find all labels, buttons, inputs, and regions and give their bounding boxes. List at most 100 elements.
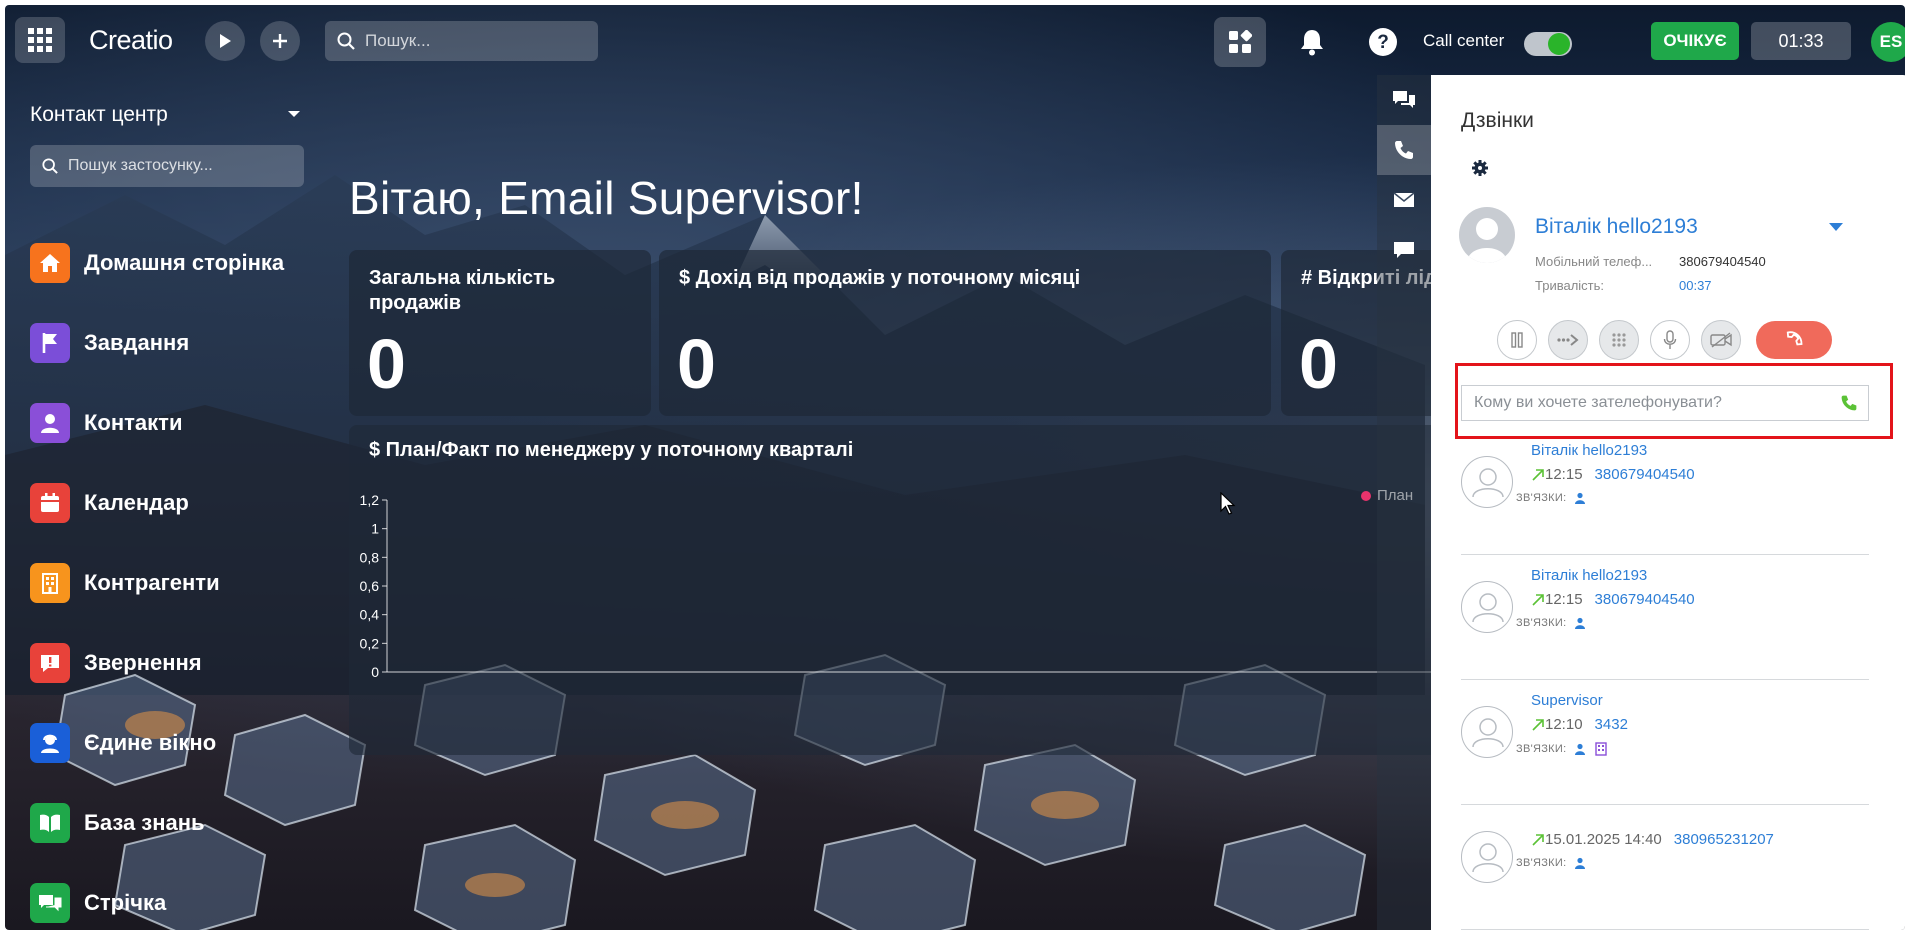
app-search-input[interactable]: [68, 157, 288, 175]
chat-tab[interactable]: [1377, 75, 1431, 125]
current-call-contact-name[interactable]: Віталік hello2193: [1535, 215, 1698, 239]
transfer-button[interactable]: [1548, 320, 1588, 360]
app-search[interactable]: [30, 145, 304, 187]
sidebar-item-knowledge-base[interactable]: База знань: [30, 783, 284, 863]
outgoing-call-icon: [1532, 593, 1544, 606]
top-bar: Creatio ? Call center ОЧІКУЄ 01:33 ES: [5, 5, 1905, 71]
dialpad-button[interactable]: [1599, 320, 1639, 360]
contact-link-icon[interactable]: [1574, 617, 1586, 629]
current-call-duration-row: Тривалість: 00:37: [1535, 278, 1712, 293]
create-button[interactable]: [260, 21, 300, 61]
calls-panel-title: Дзвінки: [1461, 109, 1534, 132]
phone-icon: [1395, 141, 1413, 159]
creatio-logo[interactable]: Creatio: [89, 25, 173, 55]
sidebar-item-tasks[interactable]: Завдання: [30, 303, 284, 383]
agent-icon: [30, 723, 70, 763]
current-call-phone-row: Мобільний телеф... 380679404540: [1535, 254, 1766, 269]
call-history-item[interactable]: Supervisor 12:10 3432 ЗВ'ЯЗКИ:: [1461, 680, 1869, 805]
history-contact-name[interactable]: Supervisor: [1531, 692, 1603, 709]
history-links: ЗВ'ЯЗКИ:: [1516, 492, 1586, 504]
y-tick-label: 0,4: [360, 607, 380, 623]
avatar: [1461, 456, 1513, 508]
call-controls: [1497, 320, 1832, 360]
history-links: ЗВ'ЯЗКИ:: [1516, 617, 1586, 629]
bell-icon: [1301, 30, 1323, 56]
history-contact-name[interactable]: Віталік hello2193: [1531, 442, 1647, 459]
video-button[interactable]: [1701, 320, 1741, 360]
pause-icon: [1511, 332, 1523, 348]
kpi-monthly-revenue[interactable]: $ Дохід від продажів у поточному місяці …: [659, 250, 1271, 416]
help-button[interactable]: ?: [1361, 20, 1405, 64]
duration-value: 00:37: [1679, 278, 1712, 293]
links-label: ЗВ'ЯЗКИ:: [1516, 857, 1567, 869]
feed-icon: [30, 883, 70, 923]
transfer-icon: [1557, 334, 1579, 346]
kpi-total-sales[interactable]: Загальна кількість продажів 0: [349, 250, 651, 416]
workspace-title[interactable]: Контакт центр: [30, 103, 168, 127]
mute-button[interactable]: [1650, 320, 1690, 360]
sidebar-item-feed[interactable]: Стрічка: [30, 863, 284, 930]
call-history-item[interactable]: Віталік hello2193 12:15 380679404540 ЗВ'…: [1461, 555, 1869, 680]
kpi-title: Загальна кількість продажів: [369, 267, 556, 314]
run-process-button[interactable]: [205, 21, 245, 61]
book-icon: [30, 803, 70, 843]
agent-status-button[interactable]: ОЧІКУЄ: [1651, 22, 1739, 60]
sidebar-item-cases[interactable]: Звернення: [30, 623, 284, 703]
gear-icon[interactable]: [1471, 159, 1489, 177]
history-number[interactable]: 3432: [1595, 716, 1628, 733]
account-link-icon[interactable]: [1594, 742, 1608, 756]
mail-icon: [1393, 192, 1415, 207]
contact-link-icon[interactable]: [1574, 857, 1586, 869]
sidebar-item-accounts[interactable]: Контрагенти: [30, 543, 284, 623]
history-number[interactable]: 380679404540: [1595, 591, 1695, 608]
history-call-line: 12:15 380679404540: [1531, 466, 1695, 483]
links-label: ЗВ'ЯЗКИ:: [1516, 617, 1567, 629]
call-history-list: Віталік hello2193 12:15 380679404540 ЗВ'…: [1461, 430, 1869, 930]
call-history-item[interactable]: 15.01.2025 14:40 380965231207 ЗВ'ЯЗКИ:: [1461, 805, 1869, 930]
sidebar: Контакт центр Домашня сторінка Завдання: [5, 71, 305, 930]
history-contact-name[interactable]: Віталік hello2193: [1531, 567, 1647, 584]
plan-fact-chart[interactable]: $ План/Факт по менеджеру у поточному ква…: [349, 425, 1439, 755]
mouse-cursor: [1220, 492, 1236, 515]
hang-up-button[interactable]: [1756, 321, 1832, 359]
duration-label: Тривалість:: [1535, 278, 1605, 293]
call-center-toggle[interactable]: [1524, 32, 1572, 56]
global-search[interactable]: [325, 21, 598, 61]
sidebar-item-contacts[interactable]: Контакти: [30, 383, 284, 463]
sidebar-item-home[interactable]: Домашня сторінка: [30, 223, 284, 303]
global-search-input[interactable]: [365, 31, 585, 51]
sidebar-item-single-window[interactable]: Єдине вікно: [30, 703, 284, 783]
phone-label: Мобільний телеф...: [1535, 254, 1653, 269]
chevron-down-icon[interactable]: [288, 111, 300, 117]
history-time: 12:15: [1545, 591, 1583, 608]
user-avatar[interactable]: ES: [1871, 22, 1905, 62]
kpi-title: $ Дохід від продажів у поточному місяці: [679, 267, 1081, 289]
current-call-avatar[interactable]: [1459, 207, 1515, 263]
highlight-annotation: [1455, 363, 1893, 439]
person-icon: [1467, 218, 1507, 263]
chevron-down-icon[interactable]: [1829, 223, 1843, 231]
history-number[interactable]: 380679404540: [1595, 466, 1695, 483]
chart-plot-area: 0 0,2 0,4 0,6 0,8 1 1,2: [360, 492, 1439, 680]
sidebar-item-calendar[interactable]: Календар: [30, 463, 284, 543]
hold-button[interactable]: [1497, 320, 1537, 360]
notifications-button[interactable]: [1290, 20, 1334, 64]
contact-link-icon[interactable]: [1574, 492, 1586, 504]
messages-tab[interactable]: [1377, 225, 1431, 275]
video-off-icon: [1710, 332, 1732, 348]
search-icon: [337, 32, 355, 50]
call-history-item[interactable]: Віталік hello2193 12:15 380679404540 ЗВ'…: [1461, 430, 1869, 555]
sidebar-item-label: Контрагенти: [84, 570, 220, 595]
calls-tab[interactable]: [1377, 125, 1431, 175]
history-time: 12:15: [1545, 466, 1583, 483]
history-number[interactable]: 380965231207: [1674, 831, 1774, 848]
search-icon: [42, 158, 58, 174]
flag-icon: [30, 323, 70, 363]
contact-link-icon[interactable]: [1574, 743, 1586, 755]
app-window: Creatio ? Call center ОЧІКУЄ 01:33 ES Ко…: [5, 5, 1905, 930]
y-tick-label: 1: [371, 521, 379, 537]
links-label: ЗВ'ЯЗКИ:: [1516, 492, 1567, 504]
app-launcher-button[interactable]: [15, 17, 65, 63]
email-tab[interactable]: [1377, 175, 1431, 225]
dashboard-widgets-button[interactable]: [1214, 17, 1266, 67]
